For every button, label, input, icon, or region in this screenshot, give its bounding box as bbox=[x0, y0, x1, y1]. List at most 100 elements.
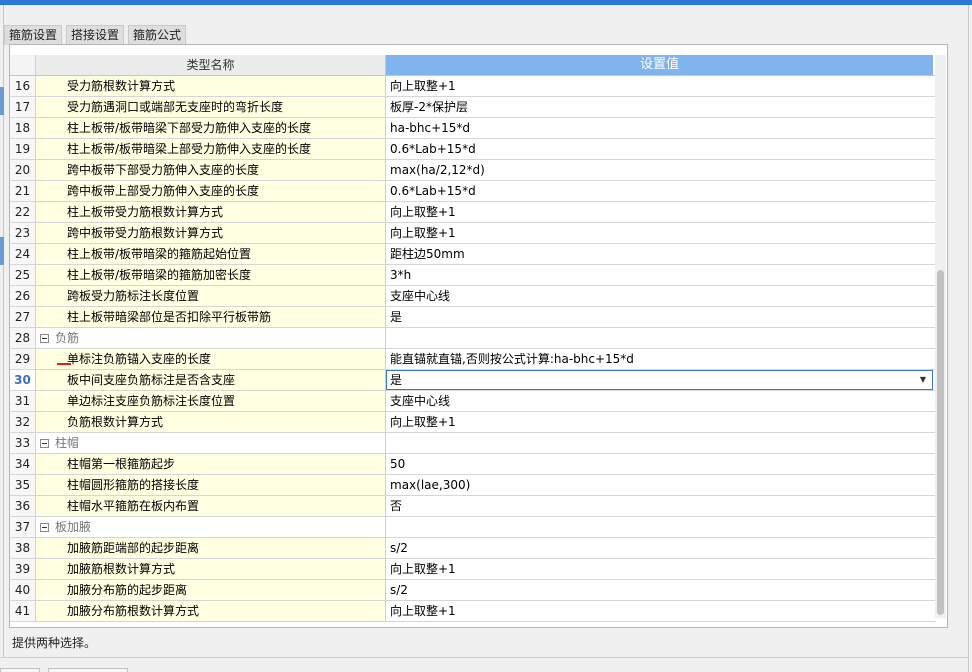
vertical-scrollbar[interactable] bbox=[935, 55, 946, 618]
type-name-cell: 加腋分布筋根数计算方式 bbox=[36, 601, 386, 621]
group-label: 柱帽 bbox=[55, 436, 80, 450]
row-number: 20 bbox=[10, 160, 36, 180]
row-number: 26 bbox=[10, 286, 36, 306]
row-number: 30 bbox=[10, 370, 36, 390]
row-number: 19 bbox=[10, 139, 36, 159]
table-row[interactable]: 32 负筋根数计算方式 向上取整+1 bbox=[10, 412, 936, 433]
type-name-cell: 加腋筋距端部的起步距离 bbox=[36, 538, 386, 558]
bottom-tab[interactable] bbox=[0, 668, 40, 672]
table-row[interactable]: 27 柱上板带暗梁部位是否扣除平行板带筋是 bbox=[10, 307, 936, 328]
setting-value-cell[interactable]: 是 bbox=[386, 307, 933, 327]
type-name-cell: 受力筋遇洞口或端部无支座时的弯折长度 bbox=[36, 97, 386, 117]
collapse-icon[interactable] bbox=[40, 438, 49, 448]
row-number-header bbox=[10, 55, 36, 75]
setting-value-cell[interactable]: ha-bhc+15*d bbox=[386, 118, 933, 138]
type-name-cell: 跨中板带下部受力筋伸入支座的长度 bbox=[36, 160, 386, 180]
collapse-icon[interactable] bbox=[40, 333, 49, 343]
table-row[interactable]: 38 加腋筋距端部的起步距离 s/2 bbox=[10, 538, 936, 559]
header-type-name: 类型名称 bbox=[36, 55, 386, 75]
row-number: 40 bbox=[10, 580, 36, 600]
setting-value-cell[interactable]: 板厚-2*保护层 bbox=[386, 97, 933, 117]
tab-lap-settings[interactable]: 搭接设置 bbox=[66, 25, 125, 45]
setting-value-cell[interactable]: max(ha/2,12*d) bbox=[386, 160, 933, 180]
table-row[interactable]: 30 板中间支座负筋标注是否含支座是 ▼ bbox=[10, 370, 936, 391]
row-number: 16 bbox=[10, 76, 36, 96]
setting-value-cell[interactable]: s/2 bbox=[386, 580, 933, 600]
setting-value-cell[interactable]: 向上取整+1 bbox=[386, 76, 933, 96]
group-row[interactable]: 28 负筋 bbox=[10, 328, 936, 349]
row-number: 35 bbox=[10, 475, 36, 495]
table-row[interactable]: 26 跨板受力筋标注长度位置 支座中心线 bbox=[10, 286, 936, 307]
setting-value-cell[interactable]: max(lae,300) bbox=[386, 475, 933, 495]
group-row[interactable]: 33 柱帽 bbox=[10, 433, 936, 454]
setting-value-cell[interactable]: 向上取整+1 bbox=[386, 559, 933, 579]
table-row[interactable]: 35 柱帽圆形箍筋的搭接长度 max(lae,300) bbox=[10, 475, 936, 496]
row-number: 41 bbox=[10, 601, 36, 621]
table-row[interactable]: 24 柱上板带/板带暗梁的箍筋起始位置 距柱边50mm bbox=[10, 244, 936, 265]
group-name-cell: 负筋 bbox=[36, 328, 386, 348]
table-row[interactable]: 21 跨中板带上部受力筋伸入支座的长度 0.6*Lab+15*d bbox=[10, 181, 936, 202]
row-number: 18 bbox=[10, 118, 36, 138]
settings-panel: 类型名称 设置值 16 受力筋根数计算方式 向上取整+1 17 受力筋遇洞口或端部无支座… bbox=[9, 44, 948, 628]
tab-stirrup-formula[interactable]: 箍筋公式 bbox=[128, 25, 187, 45]
dropdown-arrow-icon[interactable]: ▼ bbox=[920, 371, 926, 389]
setting-value-cell[interactable]: 向上取整+1 bbox=[386, 412, 933, 432]
dropdown-value: 是 bbox=[390, 373, 403, 387]
setting-value-cell[interactable]: 向上取整+1 bbox=[386, 202, 933, 222]
setting-value-cell[interactable]: 支座中心线 bbox=[386, 286, 933, 306]
bottom-tab[interactable] bbox=[48, 668, 128, 672]
setting-value-cell[interactable] bbox=[386, 328, 933, 348]
row-number: 31 bbox=[10, 391, 36, 411]
setting-value-cell[interactable]: 3*h bbox=[386, 265, 933, 285]
setting-value-cell[interactable]: 0.6*Lab+15*d bbox=[386, 139, 933, 159]
settings-tabs: 箍筋设置 搭接设置 箍筋公式 bbox=[4, 25, 187, 45]
table-row[interactable]: 31 单边标注支座负筋标注长度位置 支座中心线 bbox=[10, 391, 936, 412]
table-row[interactable]: 22 柱上板带受力筋根数计算方式 向上取整+1 bbox=[10, 202, 936, 223]
left-pane-marker bbox=[0, 87, 4, 115]
table-row[interactable]: 39 加腋筋根数计算方式 向上取整+1 bbox=[10, 559, 936, 580]
table-row[interactable]: 20 跨中板带下部受力筋伸入支座的长度 max(ha/2,12*d) bbox=[10, 160, 936, 181]
table-row[interactable]: 25 柱上板带/板带暗梁的箍筋加密长度 3*h bbox=[10, 265, 936, 286]
setting-value-cell[interactable] bbox=[386, 517, 933, 537]
group-name-cell: 板加腋 bbox=[36, 517, 386, 537]
status-description: 提供两种选择。 bbox=[12, 636, 97, 650]
collapse-icon[interactable] bbox=[40, 522, 49, 532]
setting-value-cell[interactable]: 向上取整+1 bbox=[386, 601, 933, 621]
table-row[interactable]: 40 加腋分布筋的起步距离 s/2 bbox=[10, 580, 936, 601]
table-row[interactable]: 36 柱帽水平箍筋在板内布置否 bbox=[10, 496, 936, 517]
scrollbar-thumb[interactable] bbox=[937, 270, 944, 615]
type-name-cell: 柱上板带/板带暗梁上部受力筋伸入支座的长度 bbox=[36, 139, 386, 159]
setting-value-cell[interactable]: 否 bbox=[386, 496, 933, 516]
type-name-cell: 柱帽第一根箍筋起步 bbox=[36, 454, 386, 474]
setting-value-cell[interactable]: 向上取整+1 bbox=[386, 223, 933, 243]
table-row[interactable]: 18 柱上板带/板带暗梁下部受力筋伸入支座的长度 ha-bhc+15*d bbox=[10, 118, 936, 139]
row-number: 38 bbox=[10, 538, 36, 558]
setting-value-cell[interactable]: s/2 bbox=[386, 538, 933, 558]
setting-value-cell[interactable] bbox=[386, 433, 933, 453]
table-row[interactable]: 17 受力筋遇洞口或端部无支座时的弯折长度 板厚-2*保护层 bbox=[10, 97, 936, 118]
table-row[interactable]: 41 加腋分布筋根数计算方式 向上取整+1 bbox=[10, 601, 936, 622]
setting-value-cell[interactable]: 能直锚就直锚,否则按公式计算:ha-bhc+15*d bbox=[386, 349, 933, 369]
setting-value-cell[interactable]: 0.6*Lab+15*d bbox=[386, 181, 933, 201]
setting-value-cell[interactable]: 支座中心线 bbox=[386, 391, 933, 411]
type-name-cell: 加腋分布筋的起步距离 bbox=[36, 580, 386, 600]
type-name-cell: 柱帽圆形箍筋的搭接长度 bbox=[36, 475, 386, 495]
table-row[interactable]: 16 受力筋根数计算方式 向上取整+1 bbox=[10, 76, 936, 97]
setting-value-dropdown[interactable]: 是 ▼ bbox=[386, 370, 933, 390]
tab-stirrup-settings[interactable]: 箍筋设置 bbox=[4, 25, 63, 45]
row-number: 27 bbox=[10, 307, 36, 327]
row-number: 21 bbox=[10, 181, 36, 201]
table-row[interactable]: 23 跨中板带受力筋根数计算方式 向上取整+1 bbox=[10, 223, 936, 244]
row-number: 33 bbox=[10, 433, 36, 453]
setting-value-cell[interactable]: 50 bbox=[386, 454, 933, 474]
type-name-cell: 单边标注支座负筋标注长度位置 bbox=[36, 391, 386, 411]
table-row[interactable]: 29 单标注负筋锚入支座的长度 能直锚就直锚,否则按公式计算:ha-bhc+15*d bbox=[10, 349, 936, 370]
group-row[interactable]: 37 板加腋 bbox=[10, 517, 936, 538]
left-pane-marker bbox=[0, 237, 4, 265]
table-row[interactable]: 19 柱上板带/板带暗梁上部受力筋伸入支座的长度 0.6*Lab+15*d bbox=[10, 139, 936, 160]
type-name-cell: 单标注负筋锚入支座的长度 bbox=[36, 349, 386, 369]
type-name-cell: 受力筋根数计算方式 bbox=[36, 76, 386, 96]
table-row[interactable]: 34 柱帽第一根箍筋起步 50 bbox=[10, 454, 936, 475]
type-name-cell: 加腋筋根数计算方式 bbox=[36, 559, 386, 579]
setting-value-cell[interactable]: 距柱边50mm bbox=[386, 244, 933, 264]
